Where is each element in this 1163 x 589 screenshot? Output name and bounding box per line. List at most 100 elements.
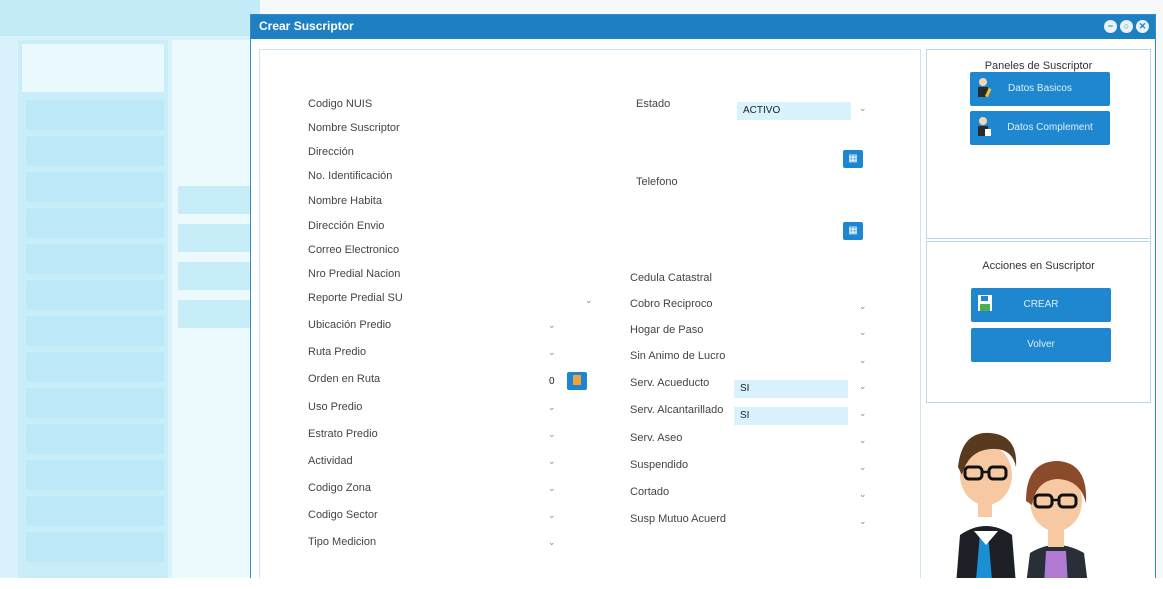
label-nombre-habita: Nombre Habita — [308, 195, 382, 207]
orden-ruta-button[interactable] — [567, 372, 587, 390]
serv-alcantarillado-value: SI — [740, 410, 750, 421]
direccion-envio-edit-button[interactable]: ▦ — [843, 222, 863, 240]
datos-complement-label: Datos Complement — [1007, 122, 1093, 133]
label-nombre-suscriptor: Nombre Suscriptor — [308, 122, 400, 134]
label-suspendido: Suspendido — [630, 459, 689, 471]
direccion-edit-button[interactable]: ▦ — [843, 150, 863, 168]
serv-alcantarillado-select[interactable]: SI — [734, 407, 848, 425]
serv-acueducto-dropdown-icon[interactable]: ⌄ — [859, 381, 867, 392]
estado-dropdown-icon[interactable]: ⌄ — [859, 103, 867, 114]
label-sin-animo-de-lucro: Sin Animo de Lucro — [630, 350, 726, 362]
background-menu-item — [26, 316, 164, 346]
estrato-predio-dropdown[interactable]: ⌄ — [548, 429, 556, 440]
edit-icon: ▦ — [848, 153, 858, 164]
serv-aseo-dropdown[interactable]: ⌄ — [859, 435, 867, 446]
label-estado: Estado — [636, 98, 671, 110]
bottom-margin — [0, 578, 1163, 589]
label-uso-predio: Uso Predio — [308, 401, 363, 413]
codigo-zona-dropdown[interactable]: ⌄ — [548, 483, 556, 494]
serv-alcantarillado-dropdown-icon[interactable]: ⌄ — [859, 408, 867, 419]
background-menu-item — [26, 388, 164, 418]
background-menu-item — [26, 208, 164, 238]
cortado-dropdown[interactable]: ⌄ — [859, 489, 867, 500]
orden-en-ruta-input[interactable]: 0 — [549, 376, 555, 387]
hogar-de-paso-dropdown[interactable]: ⌄ — [859, 327, 867, 338]
background-menu-item — [26, 532, 164, 562]
datos-complement-button[interactable]: Datos Complement — [970, 111, 1110, 145]
acciones-title: Acciones en Suscriptor — [982, 260, 1095, 272]
volver-button[interactable]: Volver — [971, 328, 1111, 362]
serv-acueducto-select[interactable]: SI — [734, 380, 848, 398]
background-menu-item — [26, 172, 164, 202]
uso-predio-dropdown[interactable]: ⌄ — [548, 402, 556, 413]
susp-mutuo-acuerd-dropdown[interactable]: ⌄ — [859, 516, 867, 527]
label-estrato-predio: Estrato Predio — [308, 428, 378, 440]
background-menu-item — [26, 244, 164, 274]
label-correo-electronico: Correo Electronico — [308, 244, 400, 256]
paneles-suscriptor-panel: Paneles de Suscriptor Datos Basicos Dato… — [926, 49, 1151, 239]
label-cedula-catastral: Cedula Catastral — [630, 272, 712, 284]
datos-basicos-button[interactable]: Datos Basicos — [970, 72, 1110, 106]
dialog-title: Crear Suscriptor — [259, 19, 354, 33]
background-submenu-item — [178, 262, 258, 290]
maximize-button[interactable]: ○ — [1120, 20, 1133, 33]
estado-select[interactable]: ACTIVO — [737, 102, 851, 120]
label-codigo-nuis: Codigo NUIS — [308, 98, 373, 110]
label-reporte-predial-su: Reporte Predial SU — [308, 292, 403, 304]
label-actividad: Actividad — [308, 455, 353, 467]
label-orden-en-ruta: Orden en Ruta — [308, 373, 381, 385]
background-submenu-item — [178, 224, 258, 252]
label-codigo-sector: Codigo Sector — [308, 509, 378, 521]
minimize-button[interactable]: − — [1104, 20, 1117, 33]
label-ubicacion-predio: Ubicación Predio — [308, 319, 392, 331]
reporte-predial-dropdown[interactable]: ⌄ — [585, 295, 593, 306]
ruta-predio-dropdown[interactable]: ⌄ — [548, 347, 556, 358]
crear-suscriptor-dialog: Crear Suscriptor − ○ ✕ Codigo NUIS Nombr… — [250, 14, 1156, 586]
label-no-identificacion: No. Identificación — [308, 170, 393, 182]
suspendido-dropdown[interactable]: ⌄ — [859, 462, 867, 473]
codigo-sector-dropdown[interactable]: ⌄ — [548, 510, 556, 521]
label-cobro-reciproco: Cobro Reciproco — [630, 298, 713, 310]
background-sidebar-header — [22, 44, 164, 92]
background-menu-item — [26, 100, 164, 130]
background-menu-item — [26, 424, 164, 454]
ubicacion-predio-dropdown[interactable]: ⌄ — [548, 320, 556, 331]
label-telefono: Telefono — [636, 176, 678, 188]
dialog-titlebar[interactable]: Crear Suscriptor − ○ ✕ — [251, 15, 1155, 39]
label-cortado: Cortado — [630, 486, 670, 498]
crear-label: CREAR — [1023, 299, 1059, 310]
serv-acueducto-value: SI — [740, 383, 750, 394]
actividad-dropdown[interactable]: ⌄ — [548, 456, 556, 467]
volver-label: Volver — [1027, 339, 1055, 350]
label-susp-mutuo-acuerd: Susp Mutuo Acuerd — [630, 513, 727, 525]
paneles-title: Paneles de Suscriptor — [984, 60, 1093, 72]
datos-basicos-label: Datos Basicos — [1008, 83, 1072, 94]
users-illustration — [926, 405, 1151, 585]
background-topbar — [0, 0, 260, 36]
background-menu-item — [26, 496, 164, 526]
estado-value: ACTIVO — [743, 105, 781, 116]
background-submenu-item — [178, 300, 258, 328]
background-submenu-item — [178, 186, 258, 214]
background-menu-item — [26, 460, 164, 490]
tipo-medicion-dropdown[interactable]: ⌄ — [548, 537, 556, 548]
close-button[interactable]: ✕ — [1136, 20, 1149, 33]
label-serv-aseo: Serv. Aseo — [630, 432, 683, 444]
label-serv-alcantarillado: Serv. Alcantarillado — [630, 404, 724, 416]
orden-ruta-icon — [573, 375, 581, 386]
acciones-suscriptor-panel: Acciones en Suscriptor CREAR Volver — [926, 241, 1151, 403]
sin-animo-lucro-dropdown[interactable]: ⌄ — [859, 355, 867, 366]
label-codigo-zona: Codigo Zona — [308, 482, 371, 494]
label-nro-predial-nacion: Nro Predial Nacion — [308, 268, 401, 280]
label-ruta-predio: Ruta Predio — [308, 346, 367, 358]
edit-icon: ▦ — [848, 225, 858, 236]
label-serv-acueducto: Serv. Acueducto — [630, 377, 710, 389]
background-menu-item — [26, 352, 164, 382]
crear-button[interactable]: CREAR — [971, 288, 1111, 322]
label-hogar-de-paso: Hogar de Paso — [630, 324, 704, 336]
business-people-illustration — [956, 432, 1088, 585]
background-menu-item — [26, 280, 164, 310]
background-menu-item — [26, 136, 164, 166]
cobro-reciproco-dropdown[interactable]: ⌄ — [859, 301, 867, 312]
label-direccion: Dirección — [308, 146, 354, 158]
